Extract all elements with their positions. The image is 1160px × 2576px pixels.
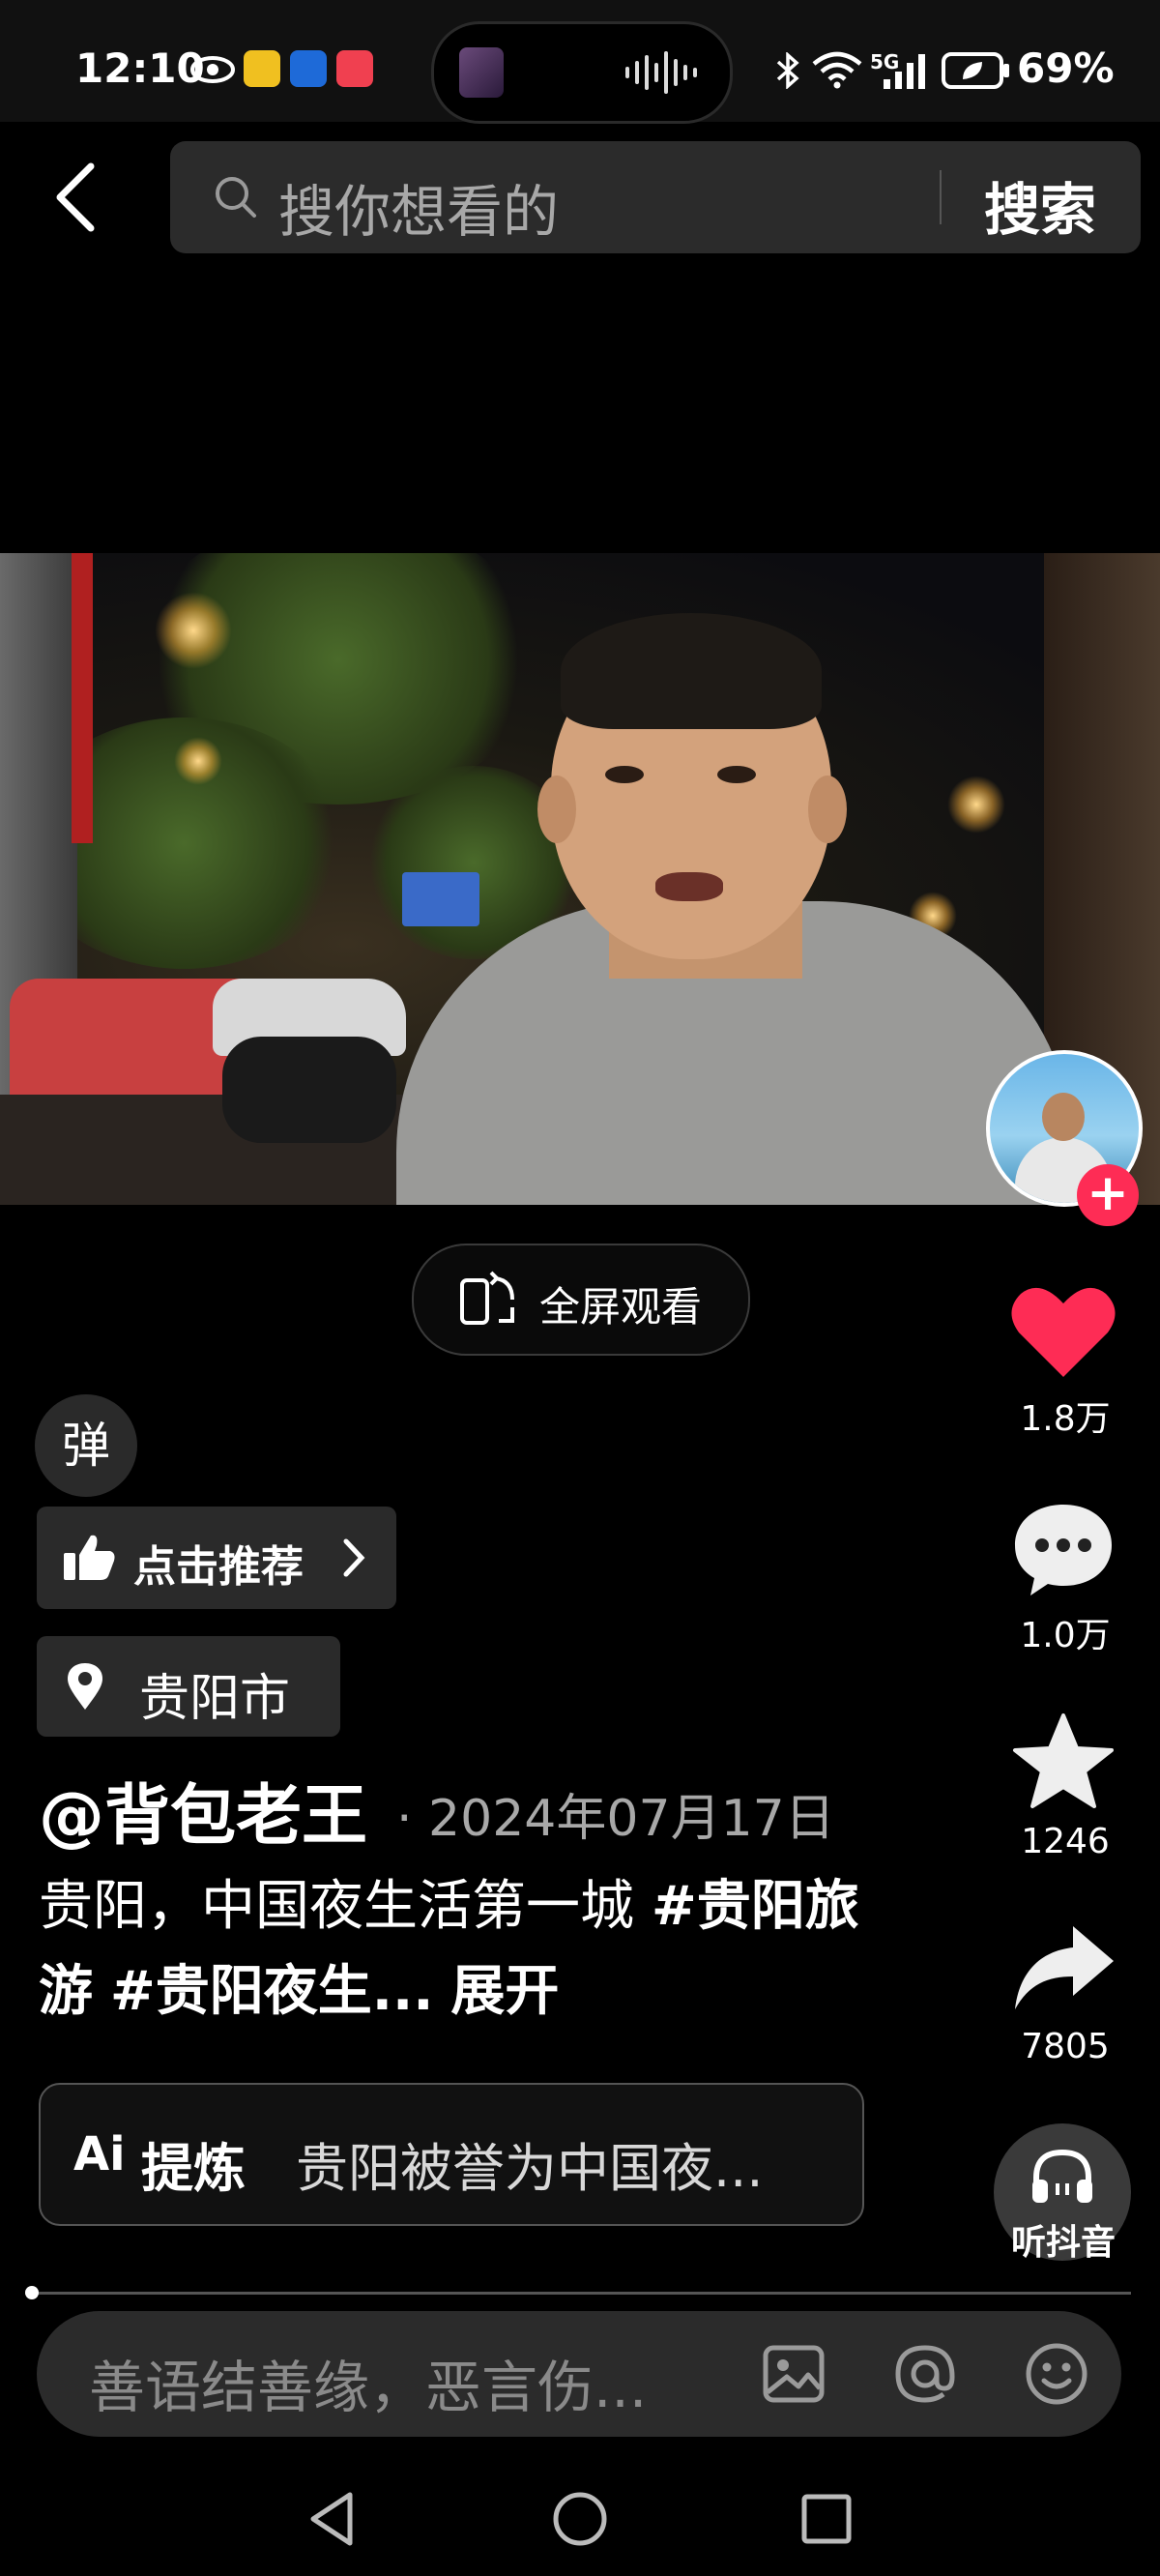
now-playing-thumbnail bbox=[459, 47, 504, 98]
back-button[interactable] bbox=[48, 159, 106, 236]
nav-back-button[interactable] bbox=[300, 2485, 367, 2553]
audio-wave-icon bbox=[625, 51, 697, 94]
share-button[interactable] bbox=[1009, 1920, 1117, 2021]
search-divider bbox=[940, 170, 942, 224]
video-person bbox=[537, 776, 576, 843]
comment-bar[interactable]: 善语结善缘，恶言伤... bbox=[37, 2311, 1121, 2437]
comment-button[interactable] bbox=[1009, 1499, 1117, 1599]
emoji-icon[interactable] bbox=[1023, 2340, 1090, 2408]
video-progress-bar[interactable] bbox=[29, 2292, 1131, 2295]
post-date: · 2024年07月17日 bbox=[396, 1790, 835, 1848]
bluetooth-icon bbox=[776, 52, 799, 89]
video-progress-handle[interactable] bbox=[25, 2286, 39, 2299]
avatar-figure bbox=[1042, 1093, 1085, 1141]
share-count: 7805 bbox=[1021, 2027, 1110, 2066]
mention-icon[interactable] bbox=[891, 2340, 959, 2408]
app-notification-icon bbox=[290, 50, 327, 87]
video-scenery bbox=[222, 1037, 396, 1143]
thumbs-up-icon bbox=[64, 1535, 115, 1580]
post-description[interactable]: 贵阳，中国夜生活第一城 #贵阳旅游 #贵阳夜生... 展开 bbox=[39, 1864, 889, 2034]
status-time: 12:10 bbox=[75, 44, 205, 92]
dynamic-island[interactable] bbox=[431, 21, 733, 124]
ai-summary-text: 贵阳被誉为中国夜... bbox=[296, 2138, 764, 2199]
location-tag[interactable]: 贵阳市 bbox=[37, 1636, 340, 1737]
favorite-button[interactable] bbox=[1009, 1712, 1117, 1812]
video-person bbox=[717, 766, 756, 783]
favorite-count: 1246 bbox=[1021, 1822, 1110, 1861]
danmu-toggle[interactable]: 弹 bbox=[35, 1394, 137, 1497]
headphones-icon bbox=[1032, 2149, 1092, 2203]
fullscreen-label: 全屏观看 bbox=[539, 1283, 703, 1331]
video-scenery bbox=[72, 553, 93, 843]
video-player[interactable] bbox=[0, 553, 1160, 1205]
chevron-right-icon bbox=[343, 1538, 365, 1577]
image-icon[interactable] bbox=[760, 2340, 827, 2408]
nav-recents-button[interactable] bbox=[793, 2485, 860, 2553]
signal-icon bbox=[884, 54, 925, 89]
rotate-screen-icon bbox=[460, 1271, 514, 1325]
recommend-label: 点击推荐 bbox=[133, 1542, 304, 1592]
search-icon bbox=[216, 177, 256, 218]
nav-home-button[interactable] bbox=[546, 2485, 614, 2553]
video-scenery bbox=[402, 872, 479, 926]
search-input[interactable]: 搜你想看的 bbox=[278, 166, 559, 248]
video-person bbox=[561, 613, 822, 729]
comment-count: 1.0万 bbox=[1020, 1616, 1111, 1655]
search-button[interactable]: 搜索 bbox=[984, 164, 1096, 246]
follow-button[interactable]: + bbox=[1077, 1164, 1139, 1226]
author-name[interactable]: @背包老王 bbox=[39, 1762, 367, 1858]
video-person bbox=[808, 776, 847, 843]
music-app-icon bbox=[336, 50, 373, 87]
location-label: 贵阳市 bbox=[139, 1670, 291, 1728]
recommend-button[interactable]: 点击推荐 bbox=[37, 1507, 396, 1609]
status-bar: 12:10 5G 69% bbox=[0, 0, 1160, 124]
ai-sparkle-icon: Ai bbox=[73, 2127, 126, 2181]
wifi-icon bbox=[812, 51, 862, 89]
description-text: 贵阳，中国夜生活第一城 bbox=[39, 1875, 652, 1938]
video-scenery bbox=[155, 592, 232, 669]
video-person bbox=[655, 872, 723, 901]
like-button[interactable] bbox=[1009, 1282, 1117, 1383]
hashtag[interactable]: #贵阳夜生... bbox=[110, 1960, 434, 2023]
comment-input[interactable]: 善语结善缘，恶言伤... bbox=[89, 2342, 647, 2423]
video-person bbox=[605, 766, 644, 783]
ai-summary-card[interactable]: Ai 提炼 贵阳被誉为中国夜... bbox=[39, 2083, 864, 2226]
app-notification-icon bbox=[244, 50, 280, 87]
search-bar[interactable]: 搜你想看的 搜索 bbox=[170, 141, 1141, 253]
eye-icon bbox=[190, 56, 235, 83]
location-pin-icon bbox=[68, 1663, 102, 1710]
battery-percent: 69% bbox=[1017, 44, 1115, 92]
listen-douyin-label: 听抖音 bbox=[1010, 2223, 1116, 2263]
battery-icon bbox=[942, 52, 1009, 89]
expand-button[interactable]: 展开 bbox=[450, 1960, 559, 2023]
ai-summary-title: 提炼 bbox=[141, 2138, 246, 2199]
like-count: 1.8万 bbox=[1020, 1399, 1111, 1439]
fullscreen-button[interactable]: 全屏观看 bbox=[412, 1244, 750, 1356]
video-scenery bbox=[174, 737, 222, 785]
video-scenery bbox=[947, 776, 1005, 834]
